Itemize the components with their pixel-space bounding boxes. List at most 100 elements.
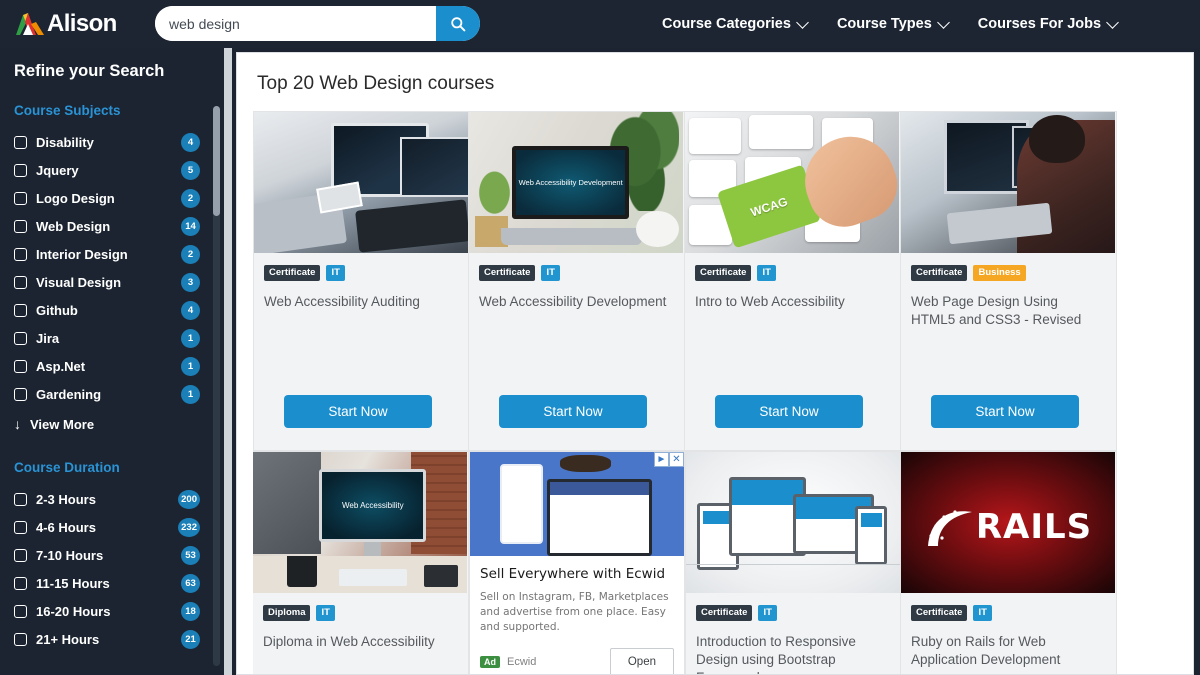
checkbox-icon[interactable]: [14, 163, 27, 177]
view-more-subjects-button[interactable]: ↓ View More: [14, 410, 200, 438]
course-card[interactable]: Web Accessibility Diploma IT Diploma in …: [253, 451, 469, 674]
filter-row-7-10-hours[interactable]: 7-10 Hours 53: [14, 541, 200, 569]
filter-row-disability[interactable]: Disability 4: [14, 128, 200, 156]
course-tags: Certificate IT: [469, 253, 684, 281]
filter-row-web-design[interactable]: Web Design 14: [14, 212, 200, 240]
ad-brand: Ecwid: [507, 655, 537, 668]
nav-label: Course Types: [836, 16, 932, 32]
course-card[interactable]: RAILS Certificate IT Ruby on Rails for W…: [901, 451, 1117, 674]
nav-item-course-categories[interactable]: Course Categories: [662, 15, 809, 32]
filter-row-11-15-hours[interactable]: 11-15 Hours 63: [14, 569, 200, 597]
sidebar-scrollbar-thumb[interactable]: [213, 106, 220, 216]
checkbox-icon[interactable]: [14, 247, 27, 261]
course-tags: Certificate IT: [254, 253, 468, 281]
filter-label: Disability: [36, 134, 94, 150]
tag-diploma: Diploma: [263, 605, 311, 621]
tag-certificate: Certificate: [695, 265, 752, 281]
checkbox-icon[interactable]: [14, 548, 27, 562]
desk-workspace-image: [254, 112, 468, 253]
filter-count-badge: 200: [178, 489, 200, 509]
course-results-panel: Top 20 Web Design courses Certificate IT…: [236, 52, 1194, 675]
checkbox-icon[interactable]: [14, 219, 27, 233]
chevron-down-icon: [936, 15, 950, 29]
filter-count-badge: 21: [181, 629, 200, 649]
phone-mockup: [499, 464, 543, 544]
tag-category: IT: [316, 605, 335, 621]
search-button[interactable]: [436, 6, 480, 41]
filter-row-gardening[interactable]: Gardening 1: [14, 380, 200, 408]
filter-label: Gardening: [36, 386, 102, 402]
sunglasses-graphic: [559, 455, 612, 472]
filter-row-visual-design[interactable]: Visual Design 3: [14, 268, 200, 296]
filter-label: 7-10 Hours: [36, 547, 104, 563]
course-tags: Certificate IT: [685, 253, 900, 281]
sidebar-scrollbar[interactable]: [213, 106, 220, 666]
checkbox-icon[interactable]: [14, 632, 27, 646]
advertisement-card[interactable]: ► ✕ Sell Everywhere with Ecwid Sell on I…: [469, 451, 685, 674]
search-bar[interactable]: [155, 6, 480, 41]
filter-label: Logo Design: [36, 190, 115, 206]
checkbox-icon[interactable]: [14, 576, 27, 590]
filter-row-interior-design[interactable]: Interior Design 2: [14, 240, 200, 268]
course-card[interactable]: Certificate IT Web Accessibility Auditin…: [253, 111, 469, 451]
filter-row-4-6-hours[interactable]: 4-6 Hours 232: [14, 513, 200, 541]
rails-swoosh-icon: [927, 509, 972, 546]
course-card[interactable]: Certificate Business Web Page Design Usi…: [901, 111, 1117, 451]
tag-category: IT: [757, 265, 776, 281]
nav-label: Courses For Jobs: [977, 16, 1102, 32]
course-thumbnail: [686, 452, 900, 593]
start-now-button[interactable]: Start Now: [284, 395, 432, 428]
start-now-button[interactable]: Start Now: [715, 395, 863, 428]
course-card[interactable]: Certificate IT Introduction to Responsiv…: [685, 451, 901, 674]
filter-row-jira[interactable]: Jira 1: [14, 324, 200, 352]
course-tags: Certificate IT: [686, 593, 900, 621]
start-now-button[interactable]: Start Now: [499, 395, 647, 428]
page-title: Top 20 Web Design courses: [257, 73, 495, 94]
filter-count-badge: 1: [181, 356, 200, 376]
alison-logo[interactable]: Alison: [14, 10, 142, 38]
nav-item-course-types[interactable]: Course Types: [836, 15, 950, 32]
adchoices-icon[interactable]: ►: [654, 452, 669, 467]
tag-certificate: Certificate: [479, 265, 536, 281]
filter-row-github[interactable]: Github 4: [14, 296, 200, 324]
course-card[interactable]: WCAG Certificate IT Intro to Web Accessi…: [685, 111, 901, 451]
search-input[interactable]: [155, 6, 436, 41]
course-thumbnail: Web Accessibility Development: [469, 112, 683, 253]
tag-certificate: Certificate: [911, 265, 968, 281]
course-tags: Certificate Business: [901, 253, 1116, 281]
filter-label: 21+ Hours: [36, 631, 100, 647]
checkbox-icon[interactable]: [14, 275, 27, 289]
thumb-caption: Web Accessibility: [342, 500, 404, 510]
developer-coding-image: [901, 112, 1115, 253]
checkbox-icon[interactable]: [14, 359, 27, 373]
filter-row-16-20-hours[interactable]: 16-20 Hours 18: [14, 597, 200, 625]
checkbox-icon[interactable]: [14, 387, 27, 401]
close-icon[interactable]: ✕: [669, 452, 684, 467]
course-card[interactable]: Web Accessibility Development Certificat…: [469, 111, 685, 451]
filter-count-badge: 232: [178, 517, 200, 537]
filter-row-2-3-hours[interactable]: 2-3 Hours 200: [14, 485, 200, 513]
filter-count-badge: 18: [181, 601, 200, 621]
checkbox-icon[interactable]: [14, 135, 27, 149]
start-now-button[interactable]: Start Now: [931, 395, 1079, 428]
course-tags: Certificate IT: [901, 593, 1116, 621]
checkbox-icon[interactable]: [14, 331, 27, 345]
filter-row-21-plus-hours[interactable]: 21+ Hours 21: [14, 625, 200, 653]
filter-row-jquery[interactable]: Jquery 5: [14, 156, 200, 184]
checkbox-icon[interactable]: [14, 520, 27, 534]
checkbox-icon[interactable]: [14, 604, 27, 618]
nav-item-courses-for-jobs[interactable]: Courses For Jobs: [977, 15, 1119, 32]
filter-row-logo-design[interactable]: Logo Design 2: [14, 184, 200, 212]
filter-count-badge: 2: [181, 188, 200, 208]
filter-label: 2-3 Hours: [36, 491, 96, 507]
tag-certificate: Certificate: [911, 605, 968, 621]
ad-title: Sell Everywhere with Ecwid: [480, 566, 666, 582]
checkbox-icon[interactable]: [14, 303, 27, 317]
chevron-down-icon: [796, 15, 809, 29]
course-title: Web Page Design Using HTML5 and CSS3 - R…: [911, 293, 1082, 327]
ad-open-button[interactable]: Open: [609, 647, 674, 674]
filter-label: Interior Design: [36, 246, 128, 262]
checkbox-icon[interactable]: [14, 191, 27, 205]
filter-row-asp-net[interactable]: Asp.Net 1: [14, 352, 200, 380]
checkbox-icon[interactable]: [14, 492, 27, 506]
